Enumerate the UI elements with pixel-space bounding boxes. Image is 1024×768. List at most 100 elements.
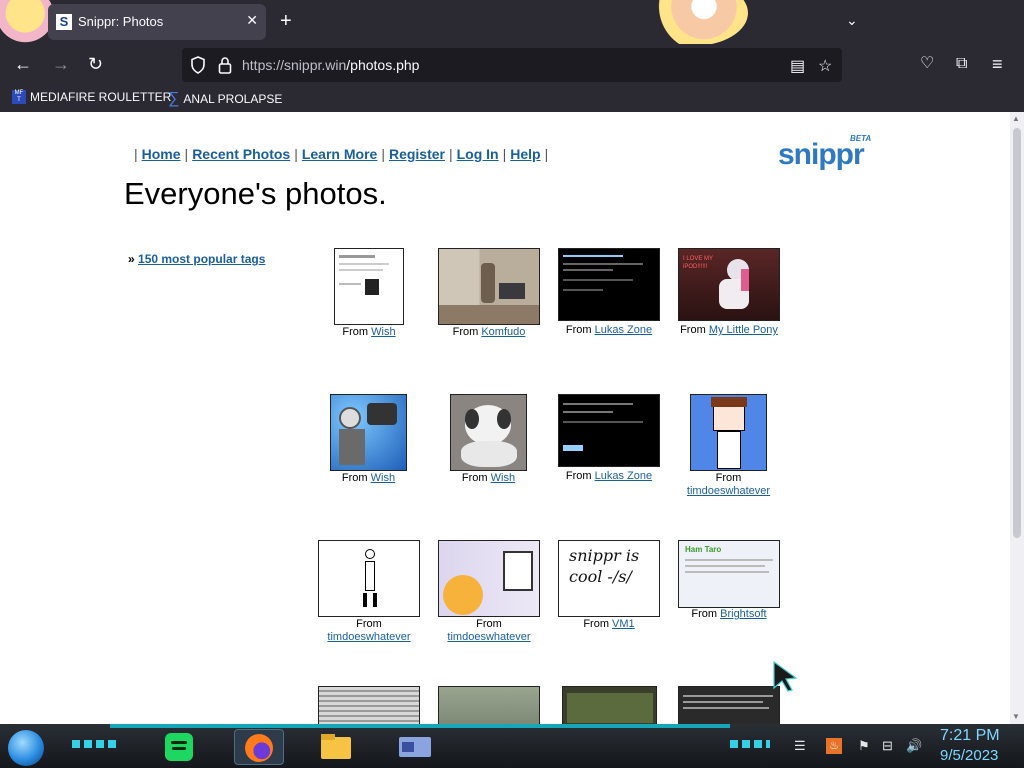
from-label: From — [691, 608, 718, 620]
bookmark-star-icon[interactable]: ☆ — [818, 56, 832, 76]
file-explorer-icon[interactable] — [312, 729, 362, 765]
photo-thumbnail[interactable] — [318, 540, 420, 617]
nav-separator: | — [134, 146, 138, 162]
extensions-icon[interactable]: ⧉ — [956, 54, 967, 74]
list-all-tabs-icon[interactable]: ⌄ — [846, 12, 858, 29]
back-button[interactable]: ← — [14, 54, 32, 74]
navigation-toolbar: ← → ↻ https://snippr.win/photos.php ▤ ☆ … — [0, 44, 1024, 86]
photo-item: I LOVE MY iPOD!!!!!! From My Little Pony — [678, 248, 780, 348]
photo-item: From Lukas Zone — [558, 248, 660, 348]
from-label: From — [680, 324, 706, 336]
photo-source-link[interactable]: timdoeswhatever — [687, 485, 770, 497]
window-app-icon[interactable] — [390, 729, 440, 765]
spotify-icon[interactable] — [156, 729, 206, 765]
photo-source-link[interactable]: VM1 — [612, 618, 635, 630]
tab-bar: S Snippr: Photos ✕ + ⌄ — [0, 0, 1024, 46]
photo-source-link[interactable]: timdoeswhatever — [447, 631, 530, 643]
photo-thumbnail[interactable] — [558, 394, 660, 467]
site-nav: | Home | Recent Photos | Learn More | Register |… — [130, 146, 552, 162]
page-scrollbar[interactable]: ▲ ▼ — [1010, 112, 1024, 724]
photo-source-link[interactable]: Komfudo — [481, 326, 525, 338]
photo-thumbnail[interactable] — [678, 686, 780, 724]
url-bar[interactable]: https://snippr.win/photos.php ▤ ☆ — [182, 48, 842, 82]
nav-link-recent-photos[interactable]: Recent Photos — [192, 146, 290, 162]
photo-thumbnail[interactable] — [690, 394, 767, 471]
photo-item: From Wish — [450, 394, 527, 494]
network-icon[interactable]: ⊟ — [882, 738, 893, 754]
volume-icon[interactable]: 🔊 — [906, 738, 922, 754]
bookmarks-toolbar: MF T MEDIAFIRE ROULETTER ∑ ANAL PROLAPSE — [0, 86, 1024, 112]
flag-icon[interactable]: ⚑ — [858, 738, 870, 754]
close-tab-icon[interactable]: ✕ — [246, 12, 258, 29]
nav-link-learn-more[interactable]: Learn More — [302, 146, 377, 162]
scroll-up-icon[interactable]: ▲ — [1012, 114, 1020, 123]
anime-sticker-left-icon — [0, 0, 54, 46]
new-tab-button[interactable]: + — [280, 10, 292, 32]
reader-view-icon[interactable]: ▤ — [790, 56, 805, 76]
photo-thumbnail[interactable]: I LOVE MY iPOD!!!!!! — [678, 248, 780, 321]
photo-caption: From Wish — [314, 326, 424, 339]
menu-icon[interactable]: ≡ — [992, 54, 1003, 74]
from-label: From — [565, 470, 592, 482]
tab-photos[interactable]: S Snippr: Photos ✕ — [48, 4, 266, 40]
photo-caption: From timdoeswhatever — [670, 472, 787, 498]
anime-sticker-right-icon — [638, 0, 748, 46]
nav-link-register[interactable]: Register — [389, 146, 445, 162]
page-viewport: | Home | Recent Photos | Learn More | Register |… — [0, 112, 1010, 724]
bookmark-second[interactable]: ∑ ANAL PROLAPSE — [168, 90, 282, 108]
reload-button[interactable]: ↻ — [88, 54, 103, 74]
url-path: /photos.php — [346, 57, 420, 73]
photo-source-link[interactable]: Wish — [491, 472, 515, 484]
scroll-down-icon[interactable]: ▼ — [1012, 712, 1020, 721]
photo-source-link[interactable]: Wish — [371, 472, 395, 484]
photo-thumbnail[interactable] — [318, 686, 420, 724]
url-text: https://snippr.win/photos.php — [242, 57, 419, 73]
photo-thumbnail[interactable] — [558, 248, 660, 321]
photo-thumbnail[interactable]: Ham Taro — [678, 540, 780, 608]
photo-source-link[interactable]: Brightsoft — [720, 608, 766, 620]
nav-link-help[interactable]: Help — [510, 146, 540, 162]
pocket-icon[interactable]: ♡ — [920, 54, 934, 74]
taskbar-accent — [110, 724, 730, 728]
clock-time[interactable]: 7:21 PM — [940, 727, 1000, 745]
photo-source-link[interactable]: Lukas Zone — [595, 324, 652, 336]
photo-source-link[interactable]: timdoeswhatever — [327, 631, 410, 643]
url-host: https://snippr.win — [242, 57, 347, 73]
bookmark-mediafire[interactable]: MF T MEDIAFIRE ROULETTER — [12, 90, 171, 104]
start-button[interactable] — [8, 730, 44, 766]
photo-overlay-text: I LOVE MY iPOD!!!!!! — [683, 256, 713, 270]
firefox-icon[interactable] — [234, 729, 284, 765]
taskbar-decoration — [730, 740, 770, 748]
photo-thumbnail[interactable] — [438, 686, 540, 724]
from-label: From — [452, 326, 479, 338]
photo-caption: From My Little Pony — [658, 324, 800, 337]
photo-thumbnail[interactable]: snippr is cool -/s/ — [558, 540, 660, 617]
photo-source-link[interactable]: My Little Pony — [709, 324, 778, 336]
lock-icon — [218, 57, 232, 74]
photo-thumbnail[interactable] — [562, 686, 657, 724]
photo-source-link[interactable]: Wish — [371, 326, 395, 338]
photo-source-link[interactable]: Lukas Zone — [595, 470, 652, 482]
forward-button[interactable]: → — [52, 54, 70, 74]
bookmark-label: ANAL PROLAPSE — [183, 92, 283, 106]
nav-link-log-in[interactable]: Log In — [457, 146, 499, 162]
photo-thumbnail[interactable] — [334, 248, 404, 325]
nav-link-home[interactable]: Home — [142, 146, 181, 162]
bookmark-label: MEDIAFIRE ROULETTER — [30, 90, 172, 104]
nav-separator: | — [448, 146, 453, 162]
beta-badge: BETA — [850, 134, 872, 143]
photo-thumbnail[interactable] — [438, 248, 540, 325]
photo-item: snippr is cool -/s/ From VM1 — [558, 540, 660, 640]
photo-thumbnail[interactable] — [450, 394, 527, 471]
popular-tags-link[interactable]: 150 most popular tags — [138, 252, 265, 266]
scroll-thumb[interactable] — [1013, 128, 1021, 538]
photo-overlay-text: Ham Taro — [685, 545, 722, 554]
snippr-logo[interactable]: snippr BETA — [778, 134, 871, 172]
app-tray-icon[interactable]: ♨ — [826, 738, 842, 754]
photo-thumbnail[interactable] — [438, 540, 540, 617]
show-hidden-icons-icon[interactable]: ☰ — [794, 738, 806, 754]
clock-date[interactable]: 9/5/2023 — [940, 747, 998, 764]
photo-caption: From Brightsoft — [658, 608, 800, 621]
from-label: From — [461, 472, 488, 484]
photo-thumbnail[interactable] — [330, 394, 407, 471]
